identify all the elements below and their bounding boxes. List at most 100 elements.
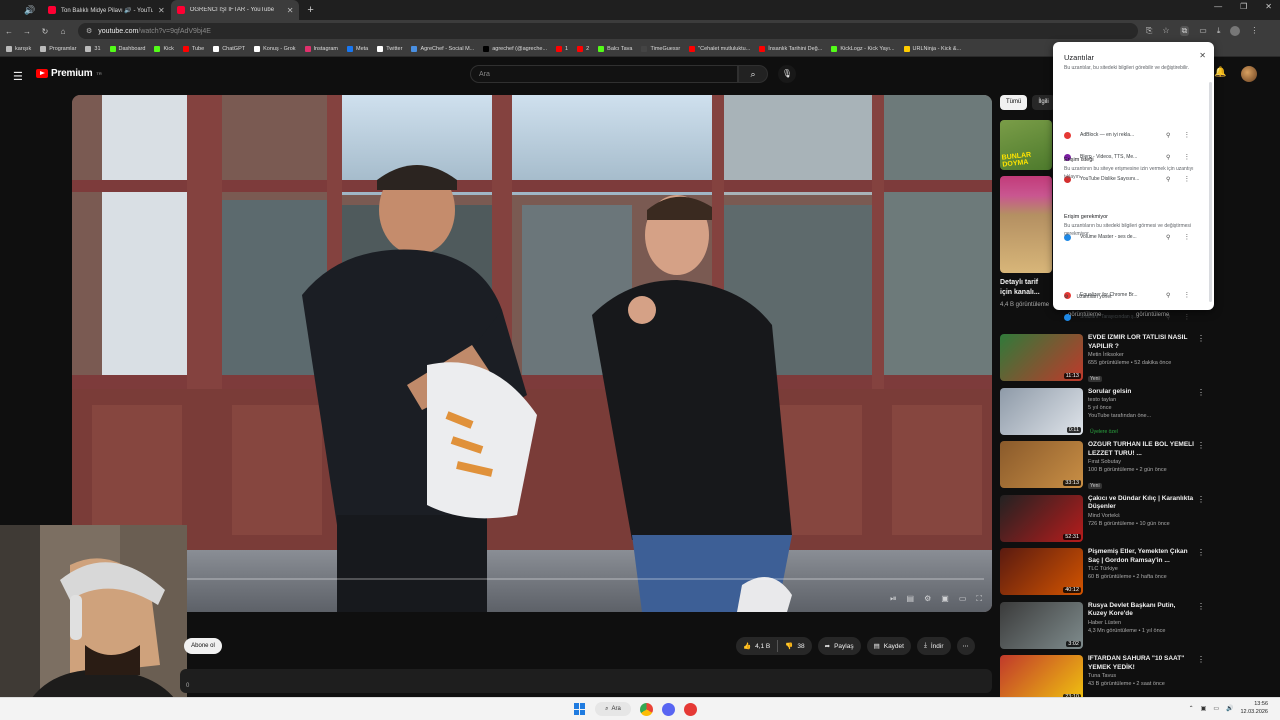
recommended-video[interactable]: 0:11 Sorular gelsin testo taylan 5 yıl önce… [1000,387,1210,442]
video-thumbnail[interactable]: 52:31 [1000,494,1083,542]
shorts-column[interactable]: BUNLAR DOYMA Detaylı tarif için kanalı..… [1000,120,1052,309]
video-thumbnail[interactable]: 40:12 [1000,548,1083,595]
bookmark-item[interactable]: agrechef (@agreche... [483,46,547,52]
more-options-icon[interactable]: ⋮ [1197,495,1205,504]
menu-icon[interactable]: ⋮ [1250,26,1258,36]
bookmark-item[interactable]: İnsanlık Tarihini Değ... [759,46,822,52]
profile-avatar[interactable] [1230,26,1241,36]
channel-name[interactable]: TLC Türkiye [1088,565,1194,573]
recommended-video[interactable]: 52:31 Çakıcı ve Dündar Kılıç | Karanlıkta… [1000,494,1210,549]
extension-item[interactable]: Shazam: Tarayıcından ş... ⚲ ⋮ [1064,311,1204,323]
channel-name[interactable]: Metin İriksoker [1088,351,1194,359]
app-icon[interactable] [684,702,697,716]
notifications-bell-icon[interactable]: 🔔 [1214,67,1226,78]
url-field[interactable]: ⚙ youtube.com/watch?v=9qfAdV9bj4E [78,23,1138,39]
windows-start-icon[interactable] [574,703,586,715]
share-button[interactable]: ➦ Paylaş [817,637,861,655]
search-button[interactable]: ⌕ [738,65,768,83]
bookmark-item[interactable]: "Cehalet mutluluktu... [689,46,750,52]
sidepanel-icon[interactable]: ▭ [1199,26,1207,36]
close-tab-icon[interactable]: ✕ [287,6,294,15]
description-box[interactable]: 0 [180,669,992,693]
video-title[interactable]: ÖZGÜR TURHAN İLE BOL YEMELİ LEZZET TURU!… [1088,441,1194,458]
close-tab-icon[interactable]: ✕ [158,6,165,15]
cast-icon[interactable]: ⎘ [1146,26,1152,36]
bookmark-item[interactable]: 31 [85,46,101,52]
pin-icon[interactable]: ⚲ [1166,132,1170,139]
fullscreen-icon[interactable]: ⛶ [976,594,982,604]
home-icon[interactable]: ⌂ [54,27,72,36]
back-icon[interactable]: ← [0,27,18,36]
bookmark-item[interactable]: AgreChef - Social M... [411,46,474,52]
pin-icon[interactable]: ⚲ [1166,292,1170,299]
channel-name[interactable]: Haber Lüsten [1088,619,1194,627]
manage-extensions-link[interactable]: ⚙ Uzantıları yönet [1064,294,1112,300]
channel-name[interactable]: Tuna Tavus [1088,672,1194,680]
bookmark-item[interactable]: Konuş - Grok [254,46,296,52]
miniplayer-icon[interactable]: ▣ [941,594,949,604]
video-title[interactable]: Çakıcı ve Dündar Kılıç | Karanlıkta Düşe… [1088,495,1194,512]
new-tab-icon[interactable]: + [307,4,313,16]
forward-icon[interactable]: → [18,27,36,36]
maximize-icon[interactable]: ❐ [1240,2,1247,11]
more-options-icon[interactable]: ⋮ [1183,153,1190,161]
bookmark-item[interactable]: karışık [6,46,31,52]
download-button[interactable]: ⤓ İndir [916,637,951,655]
more-options-icon[interactable]: ⋮ [1183,313,1190,321]
audio-icon[interactable]: 🔊 [22,2,38,18]
minimize-icon[interactable]: — [1214,2,1222,11]
more-options-icon[interactable]: ⋮ [1183,131,1190,139]
discord-icon[interactable] [662,702,675,716]
close-icon[interactable]: ✕ [1199,51,1206,60]
popup-scrollbar[interactable] [1209,82,1212,302]
network-icon[interactable]: ▭ [1213,705,1219,712]
close-window-icon[interactable]: ✕ [1265,2,1272,11]
subscribe-button[interactable]: Abone ol [184,638,222,654]
download-icon[interactable]: ⤓ [1217,26,1221,36]
bookmark-item[interactable]: Dashboard [109,46,145,52]
pin-icon[interactable]: ⚲ [1166,154,1170,161]
video-title[interactable]: Pişmemiş Etler, Yemekten Çıkan Saç | Gor… [1088,548,1194,565]
bookmark-item[interactable]: Meta [347,46,368,52]
video-title[interactable]: EVDE İZMİR LOR TATLISI NASIL YAPILIR ? [1088,334,1194,351]
tray-app-icon[interactable]: ▣ [1201,705,1207,712]
video-title[interactable]: Sorular gelsin [1088,388,1194,397]
video-thumbnail[interactable]: 33:13 [1000,441,1083,488]
more-actions-icon[interactable]: ⋯ [956,637,975,655]
bookmark-item[interactable]: Instagram [304,46,338,52]
bookmark-item[interactable]: ChatGPT [213,46,245,52]
clock[interactable]: 13:56 12.03.2026 [1240,701,1268,716]
like-count[interactable]: 4,1 B [755,643,770,650]
more-options-icon[interactable]: ⋮ [1197,602,1205,611]
pin-icon[interactable]: ⚲ [1166,314,1170,321]
video-title[interactable]: İFTARDAN SAHURA "10 SAAT" YEMEK YEDİK! [1088,655,1194,672]
more-options-icon[interactable]: ⋮ [1183,291,1190,299]
extensions-icon[interactable]: ⧉ [1179,26,1190,36]
bookmark-item[interactable]: TimeGuessr [641,46,680,52]
recommended-video[interactable]: 40:12 Pişmemiş Etler, Yemekten Çıkan Saç … [1000,548,1210,602]
video-thumbnail[interactable]: 11:13 [1000,334,1083,381]
chrome-icon[interactable] [640,702,653,716]
bookmark-item[interactable]: 2 [577,46,589,52]
more-options-icon[interactable]: ⋮ [1197,388,1205,397]
bookmark-star-icon[interactable]: ☆ [1162,26,1169,36]
channel-name[interactable]: testo taylan [1088,396,1194,404]
search-input[interactable]: Ara [470,65,738,83]
bookmark-item[interactable]: Kick [154,46,174,52]
video-title[interactable]: Rusya Devlet Başkanı Putin, Kuzey Kore'd… [1088,602,1194,619]
channel-name[interactable]: Mind Vortekś [1088,512,1194,520]
reload-icon[interactable]: ↻ [36,27,54,36]
chip-related[interactable]: İlgili [1032,95,1055,110]
browser-tab-2[interactable]: ÖĞRENCİ İŞİ İFTAR - YouTube ✕ [170,0,300,20]
video-thumbnail[interactable]: 0:11 [1000,387,1083,435]
settings-icon[interactable]: ⚙ [924,594,931,604]
video-progress-bar[interactable] [80,578,984,580]
bookmark-item[interactable]: Balcı Tava [598,46,632,52]
hamburger-menu-icon[interactable]: ☰ [13,70,23,83]
more-options-icon[interactable]: ⋮ [1197,441,1205,450]
short-thumbnail[interactable] [1000,176,1052,273]
youtube-logo[interactable]: Premium TR [36,68,102,79]
bookmark-item[interactable]: KickLogz - Kick Yayı... [831,46,895,52]
recommended-video[interactable]: 3:02 Rusya Devlet Başkanı Putin, Kuzey Ko… [1000,601,1210,656]
short-title[interactable]: Detaylı tarif için kanalı... [1000,278,1052,298]
